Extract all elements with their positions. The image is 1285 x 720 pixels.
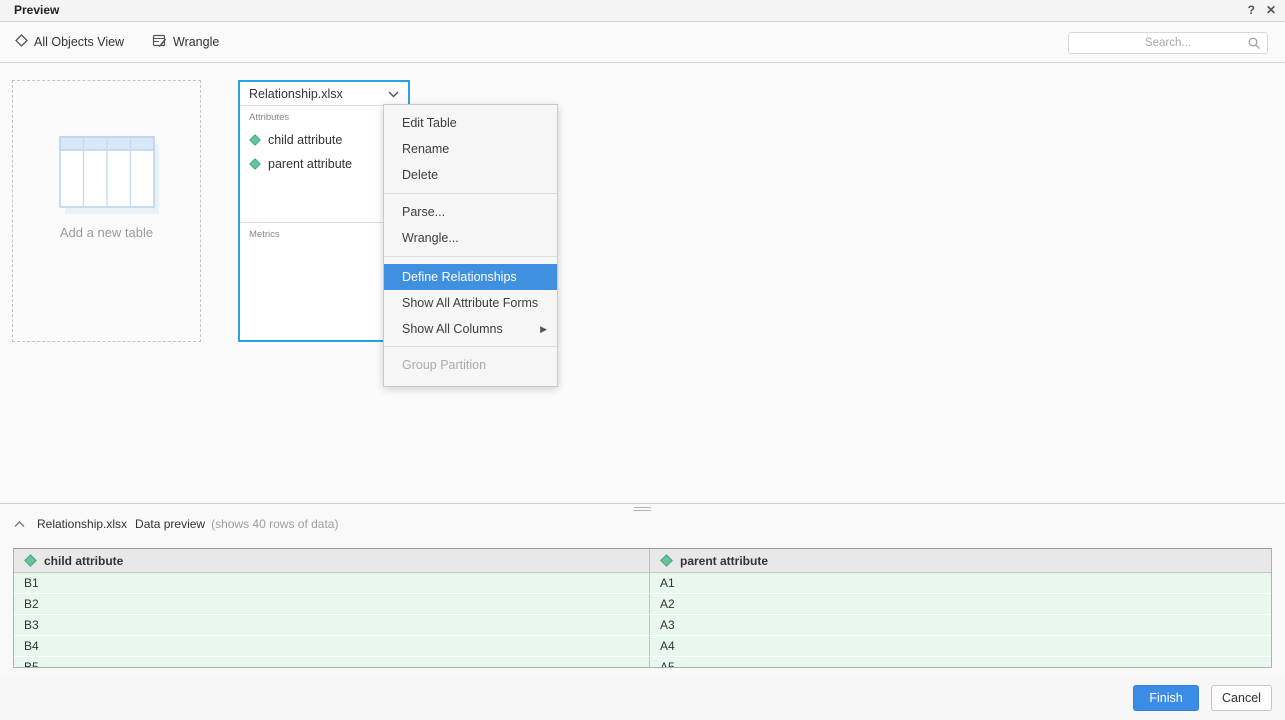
attribute-diamond-icon [24, 554, 37, 567]
search-input[interactable] [1069, 33, 1267, 53]
menu-item-group-partition: Group Partition [384, 352, 557, 378]
attribute-label: parent attribute [268, 157, 352, 171]
preview-section-label: Data preview [135, 517, 205, 531]
table-cell: B2 [14, 594, 649, 614]
menu-group: Group Partition [384, 346, 557, 386]
menu-item-show-all-attribute-forms[interactable]: Show All Attribute Forms [384, 290, 557, 316]
close-icon[interactable]: ✕ [1266, 0, 1276, 21]
column-header-parent-attribute[interactable]: parent attribute [649, 549, 1271, 572]
table-placeholder-icon [57, 134, 159, 221]
search-box[interactable] [1068, 32, 1268, 54]
menu-item-parse[interactable]: Parse... [384, 199, 557, 225]
table-row: B3 A3 [14, 615, 1271, 636]
attribute-diamond-icon [249, 158, 261, 170]
add-table-label: Add a new table [13, 225, 200, 240]
attribute-item[interactable]: child attribute [249, 133, 399, 147]
menu-item-label: Show All Columns [402, 322, 503, 336]
table-cell: A2 [649, 594, 1271, 614]
attribute-diamond-icon [660, 554, 673, 567]
data-preview-table: child attribute parent attribute B1 A1 B… [13, 548, 1272, 668]
menu-group: Define Relationships Show All Attribute … [384, 256, 557, 346]
diamond-outline-icon [15, 34, 28, 50]
menu-item-show-all-columns[interactable]: Show All Columns ▶ [384, 316, 557, 342]
table-card-title: Relationship.xlsx [249, 87, 343, 101]
menu-item-wrangle[interactable]: Wrangle... [384, 225, 557, 251]
attribute-item[interactable]: parent attribute [249, 157, 399, 171]
data-preview-section: Relationship.xlsx Data preview (shows 40… [0, 504, 1285, 676]
help-icon[interactable]: ? [1248, 0, 1255, 21]
window-title: Preview [14, 0, 59, 21]
submenu-arrow-icon: ▶ [540, 316, 547, 342]
metrics-label: Metrics [249, 229, 399, 240]
table-card-header[interactable]: Relationship.xlsx [240, 82, 408, 106]
table-cell: A1 [649, 573, 1271, 593]
menu-group: Parse... Wrangle... [384, 193, 557, 256]
toolbar: All Objects View Wrangle [0, 22, 1285, 63]
table-cell: A4 [649, 636, 1271, 656]
table-cell: A5 [649, 657, 1271, 668]
table-header-row: child attribute parent attribute [14, 549, 1271, 573]
add-table-placeholder[interactable]: Add a new table [12, 80, 201, 342]
preview-rows-note: (shows 40 rows of data) [211, 517, 338, 531]
table-row: B2 A2 [14, 594, 1271, 615]
table-cell: A3 [649, 615, 1271, 635]
menu-group: Edit Table Rename Delete [384, 105, 557, 193]
collapse-chevron-icon[interactable] [14, 521, 25, 528]
wrangle-label: Wrangle [173, 35, 219, 49]
attribute-label: child attribute [268, 133, 342, 147]
search-icon [1248, 37, 1261, 50]
context-menu: Edit Table Rename Delete Parse... Wrangl… [383, 104, 558, 387]
table-row: B1 A1 [14, 573, 1271, 594]
table-row: B4 A4 [14, 636, 1271, 657]
menu-item-rename[interactable]: Rename [384, 136, 557, 162]
column-header-label: parent attribute [680, 554, 768, 568]
wrangle-icon [152, 33, 167, 51]
column-header-label: child attribute [44, 554, 123, 568]
all-objects-view-label: All Objects View [34, 35, 124, 49]
chevron-down-icon[interactable] [388, 91, 399, 98]
window-titlebar: Preview ? ✕ [0, 0, 1285, 22]
wrangle-button[interactable]: Wrangle [152, 22, 219, 62]
table-cell: B3 [14, 615, 649, 635]
attributes-label: Attributes [249, 112, 399, 123]
splitter-handle[interactable] [634, 505, 651, 512]
column-header-child-attribute[interactable]: child attribute [14, 549, 649, 572]
all-objects-view-button[interactable]: All Objects View [15, 22, 124, 62]
footer: Finish Cancel [0, 676, 1285, 720]
preview-table-name: Relationship.xlsx [37, 517, 127, 531]
table-cell: B5 [14, 657, 649, 668]
table-cell: B4 [14, 636, 649, 656]
finish-button[interactable]: Finish [1133, 685, 1199, 711]
menu-item-delete[interactable]: Delete [384, 162, 557, 188]
menu-item-define-relationships[interactable]: Define Relationships [384, 264, 557, 290]
attribute-diamond-icon [249, 134, 261, 146]
menu-item-edit-table[interactable]: Edit Table [384, 110, 557, 136]
cancel-button[interactable]: Cancel [1211, 685, 1272, 711]
table-cell: B1 [14, 573, 649, 593]
data-preview-header: Relationship.xlsx Data preview (shows 40… [14, 517, 338, 531]
table-row: B5 A5 [14, 657, 1271, 668]
